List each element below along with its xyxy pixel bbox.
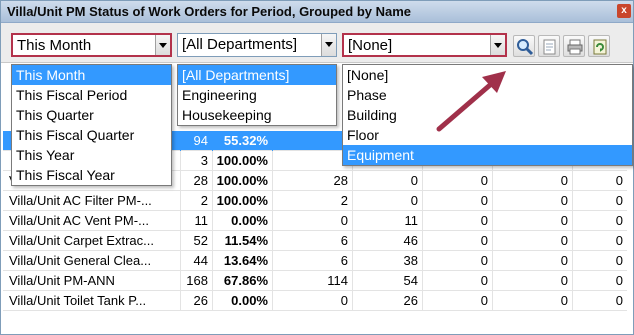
report-window: Villa/Unit PM Status of Work Orders for … [0, 0, 634, 335]
annotation-arrow [436, 71, 506, 132]
